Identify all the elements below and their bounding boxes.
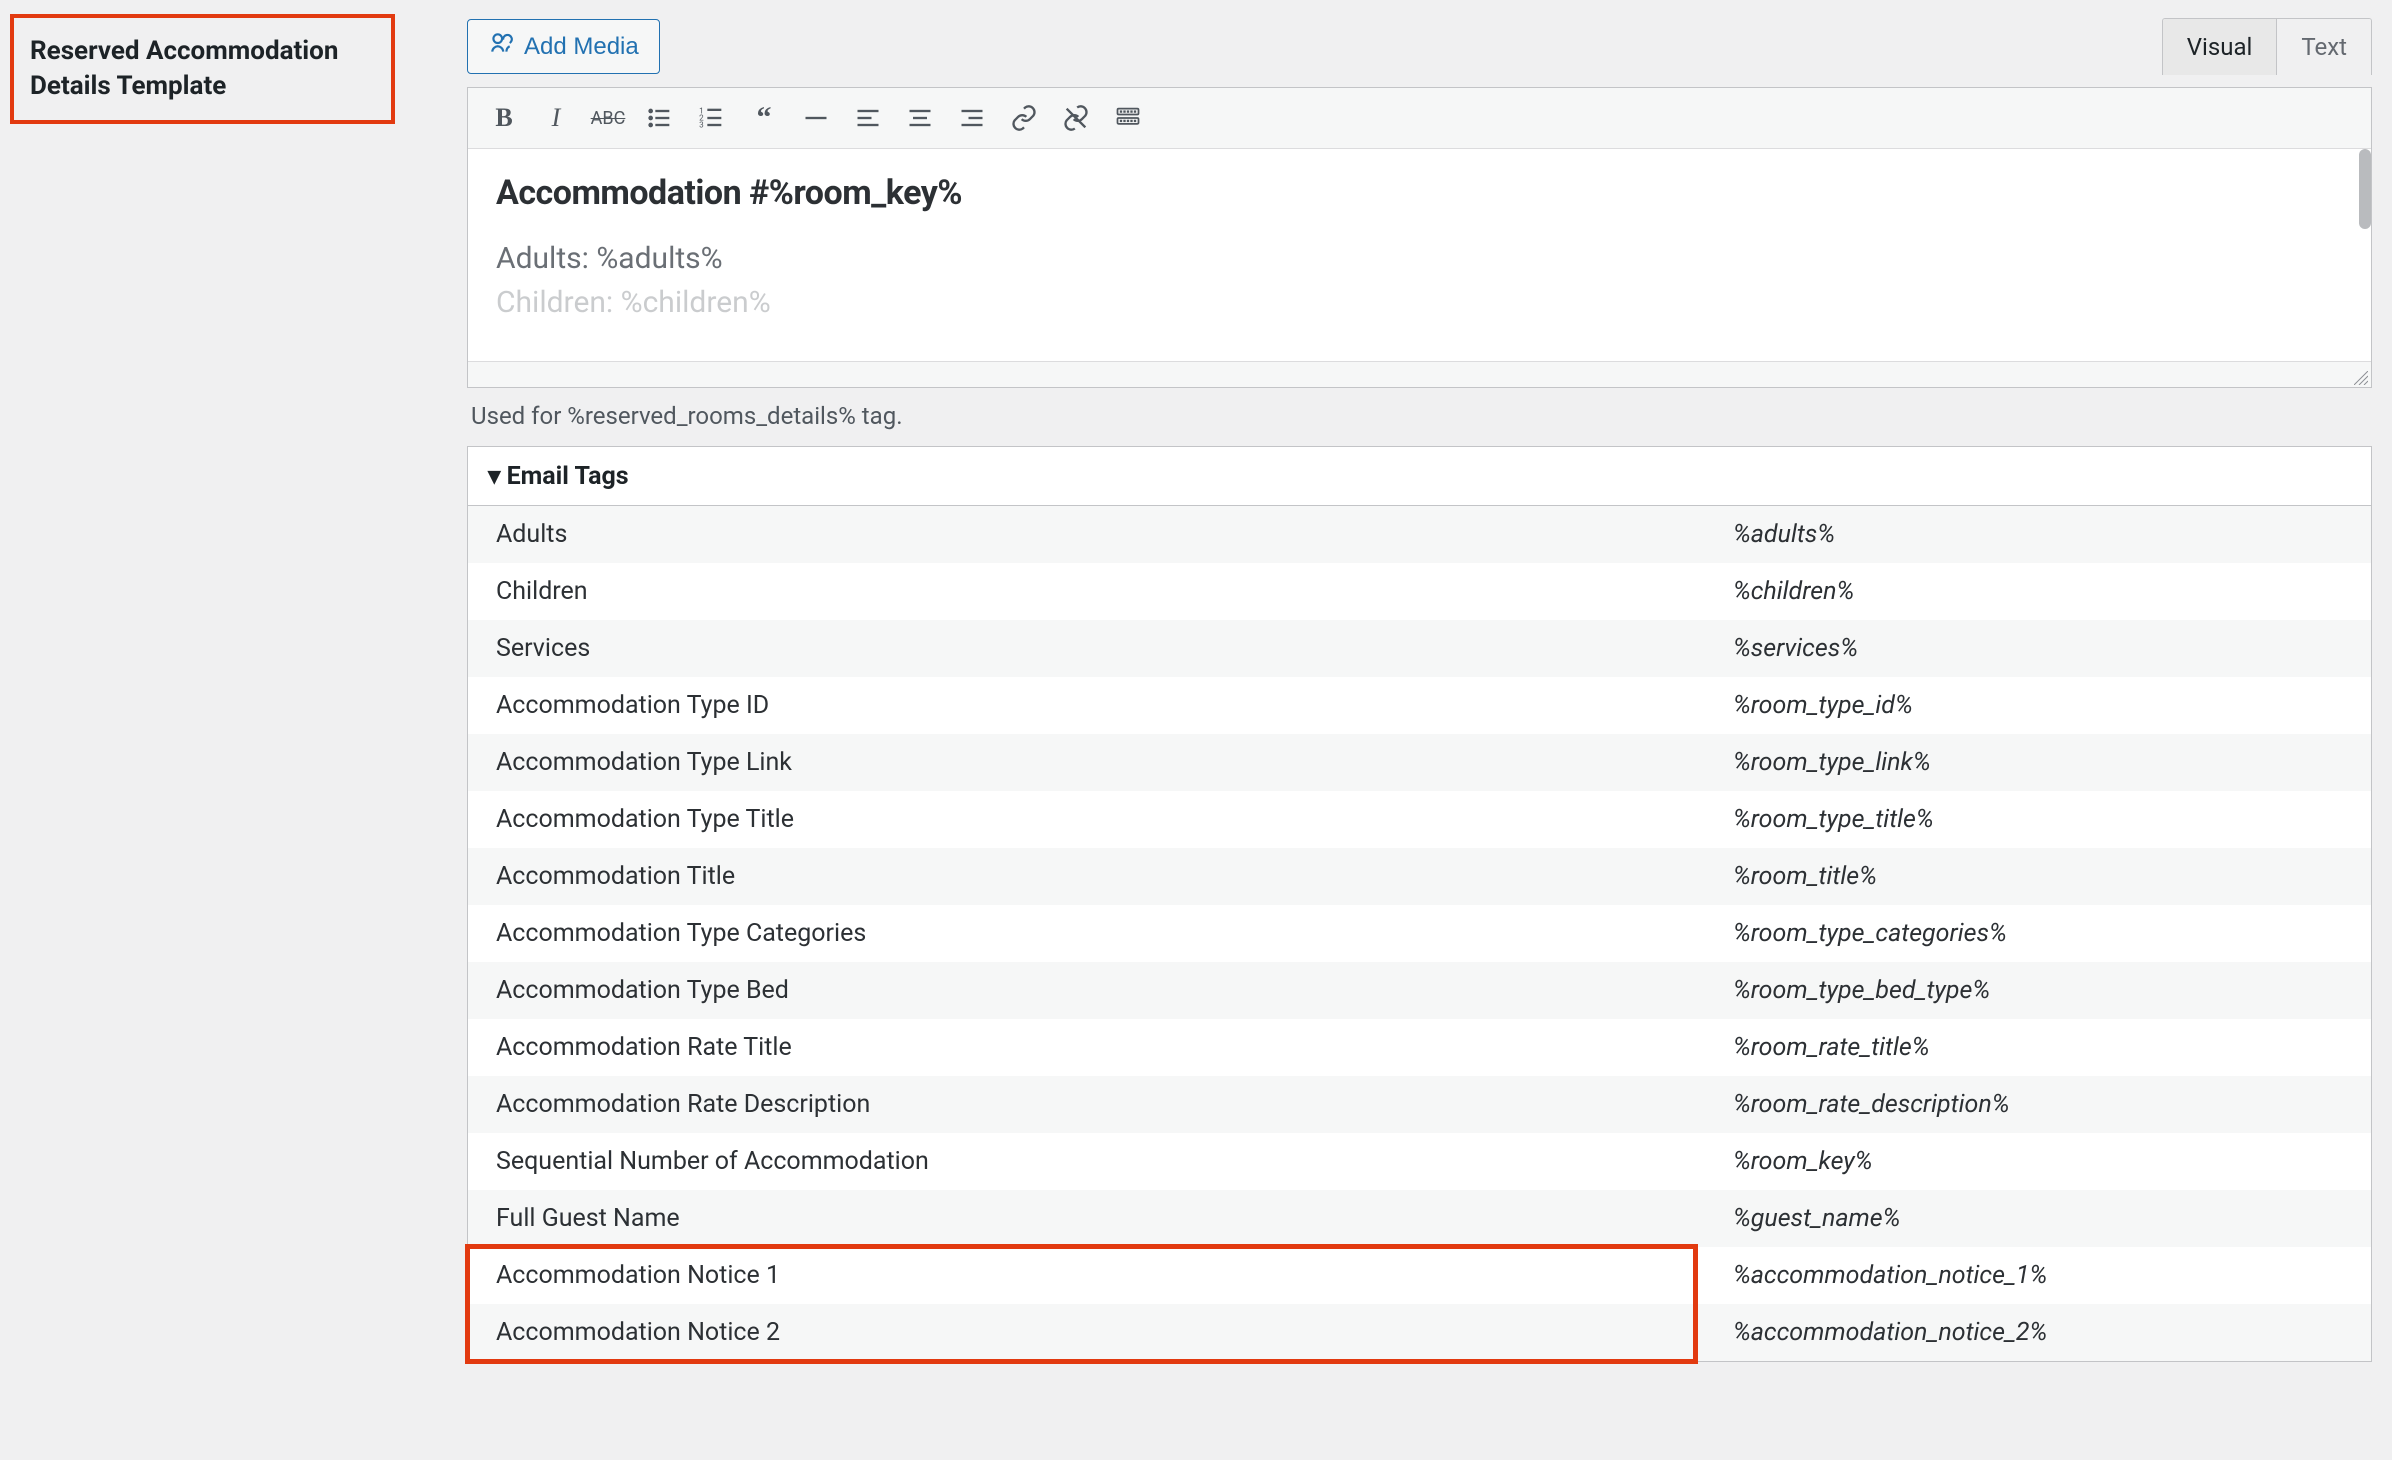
- add-media-label: Add Media: [524, 33, 639, 61]
- editor-box: B I ABC 123 “: [467, 87, 2372, 388]
- quote-icon[interactable]: “: [740, 98, 788, 138]
- tag-value: %children%: [1705, 563, 2371, 620]
- table-row: Accommodation Type ID%room_type_id%: [468, 677, 2371, 734]
- table-row: Accommodation Type Link%room_type_link%: [468, 734, 2371, 791]
- tag-value: %room_type_categories%: [1705, 905, 2371, 962]
- editor-line-2: Children: %children%: [496, 281, 2343, 325]
- numbered-list-icon[interactable]: 123: [688, 98, 736, 138]
- table-row: Full Guest Name%guest_name%: [468, 1190, 2371, 1247]
- align-left-icon[interactable]: [844, 98, 892, 138]
- resize-handle[interactable]: [468, 361, 2371, 387]
- table-row: Adults%adults%: [468, 506, 2371, 563]
- tag-label: Accommodation Type ID: [468, 677, 1705, 734]
- email-tags-title: Email Tags: [507, 462, 629, 491]
- editor-content[interactable]: Accommodation #%room_key% Adults: %adult…: [468, 149, 2371, 361]
- table-row: Accommodation Rate Title%room_rate_title…: [468, 1019, 2371, 1076]
- tag-value: %services%: [1705, 620, 2371, 677]
- section-title: Reserved Accommodation Details Template: [10, 14, 395, 124]
- tag-value: %room_title%: [1705, 848, 2371, 905]
- table-row: Sequential Number of Accommodation%room_…: [468, 1133, 2371, 1190]
- unlink-icon[interactable]: [1052, 98, 1100, 138]
- email-tags-box: ▾ Email Tags Adults%adults%Children%chil…: [467, 446, 2372, 1362]
- align-center-icon[interactable]: [896, 98, 944, 138]
- tag-value: %room_rate_description%: [1705, 1076, 2371, 1133]
- toolbar-toggle-icon[interactable]: [1104, 98, 1152, 138]
- editor-line-1: Adults: %adults%: [496, 237, 2343, 281]
- tag-value: %room_type_title%: [1705, 791, 2371, 848]
- bullet-list-icon[interactable]: [636, 98, 684, 138]
- table-row: Children%children%: [468, 563, 2371, 620]
- editor-tabs: Visual Text: [2162, 18, 2372, 75]
- email-tags-table: Adults%adults%Children%children%Services…: [468, 506, 2371, 1361]
- tag-label: Full Guest Name: [468, 1190, 1705, 1247]
- tag-label: Accommodation Type Title: [468, 791, 1705, 848]
- table-row: Accommodation Title%room_title%: [468, 848, 2371, 905]
- table-row: Accommodation Type Bed%room_type_bed_typ…: [468, 962, 2371, 1019]
- tag-label: Accommodation Type Bed: [468, 962, 1705, 1019]
- media-icon: [488, 30, 514, 63]
- tag-value: %room_type_link%: [1705, 734, 2371, 791]
- table-row: Accommodation Type Title%room_type_title…: [468, 791, 2371, 848]
- tag-label: Accommodation Rate Title: [468, 1019, 1705, 1076]
- tag-label: Children: [468, 563, 1705, 620]
- add-media-button[interactable]: Add Media: [467, 19, 660, 74]
- tag-label: Accommodation Type Link: [468, 734, 1705, 791]
- align-right-icon[interactable]: [948, 98, 996, 138]
- highlight-annotation: [465, 1244, 1698, 1364]
- editor-heading: Accommodation #%room_key%: [496, 173, 2343, 213]
- tab-text[interactable]: Text: [2276, 19, 2371, 75]
- table-row: Services%services%: [468, 620, 2371, 677]
- tag-value: %room_key%: [1705, 1133, 2371, 1190]
- tag-value: %guest_name%: [1705, 1190, 2371, 1247]
- tab-visual[interactable]: Visual: [2163, 19, 2277, 75]
- italic-icon[interactable]: I: [532, 98, 580, 138]
- tag-label: Accommodation Title: [468, 848, 1705, 905]
- tag-label: Services: [468, 620, 1705, 677]
- tag-label: Accommodation Rate Description: [468, 1076, 1705, 1133]
- table-row: Accommodation Rate Description%room_rate…: [468, 1076, 2371, 1133]
- tag-label: Accommodation Type Categories: [468, 905, 1705, 962]
- tag-value: %room_rate_title%: [1705, 1019, 2371, 1076]
- tag-label: Sequential Number of Accommodation: [468, 1133, 1705, 1190]
- tag-value: %room_type_id%: [1705, 677, 2371, 734]
- table-row: Accommodation Type Categories%room_type_…: [468, 905, 2371, 962]
- email-tags-toggle[interactable]: ▾ Email Tags: [468, 447, 2371, 506]
- editor-toolbar: B I ABC 123 “: [468, 88, 2371, 149]
- hr-icon[interactable]: [792, 98, 840, 138]
- tag-label: Adults: [468, 506, 1705, 563]
- strikethrough-icon[interactable]: ABC: [584, 98, 632, 138]
- scrollbar-thumb[interactable]: [2359, 149, 2371, 229]
- link-icon[interactable]: [1000, 98, 1048, 138]
- bold-icon[interactable]: B: [480, 98, 528, 138]
- tag-value: %accommodation_notice_1%: [1705, 1247, 2371, 1304]
- tag-value: %accommodation_notice_2%: [1705, 1304, 2371, 1361]
- tag-value: %adults%: [1705, 506, 2371, 563]
- tag-value: %room_type_bed_type%: [1705, 962, 2371, 1019]
- triangle-down-icon: ▾: [488, 461, 501, 491]
- svg-text:3: 3: [699, 119, 704, 129]
- helper-text: Used for %reserved_rooms_details% tag.: [467, 388, 2372, 446]
